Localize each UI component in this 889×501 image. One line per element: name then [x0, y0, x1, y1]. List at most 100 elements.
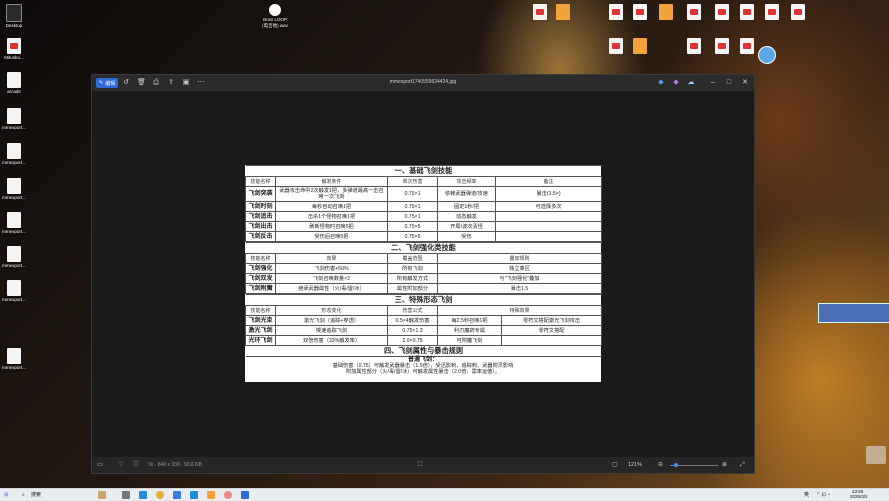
table-header: 覆盖范围	[387, 253, 438, 264]
start-icon[interactable]: ⊞	[4, 491, 8, 499]
image-info: 1k · 849 x 339 · 93.6 KB	[148, 462, 202, 468]
table-cell: 激光飞剑（追踪+穿透）	[275, 315, 388, 326]
desktop-icon-label: Mitusbo...	[4, 55, 24, 60]
table-row: 飞剑光束 激光飞剑（追踪+穿透） 0.5×4触发伤害 每2.5秒召唤1把 零符文…	[245, 315, 603, 326]
zoom-out-icon[interactable]: ⊖	[658, 460, 663, 470]
table-cell: 飞剑出击	[245, 221, 276, 232]
table-header: 技能名称	[245, 305, 276, 316]
table-cell	[494, 211, 603, 222]
desktop-icon[interactable]	[680, 4, 708, 20]
table-row: 飞剑突袭 武器攻击命中2次触发1把，多弹道最高一击召唤一次飞剑 0.75×1 依…	[245, 186, 603, 202]
photo-viewer-window: ✎ 编辑 ↺ 🗑 ⎙ ⇪ ▣ ⋯ mmexport1740559624424.j…	[91, 74, 755, 474]
rule-note: 附加属性部分（火/毒/雷/冰）可触发属性暴击（2.0倍，需率运值）。	[345, 369, 501, 375]
side-widget[interactable]	[818, 303, 889, 323]
app-icon-2[interactable]: ◆	[672, 78, 680, 87]
desktop-icon[interactable]: Desktop	[0, 4, 28, 28]
desktop-icon[interactable]	[758, 4, 786, 20]
table-cell: 可选择多次	[494, 201, 603, 212]
desktop-icon[interactable]	[733, 4, 761, 20]
assistant-bubble-icon[interactable]	[758, 46, 776, 64]
table-header: 备注	[494, 176, 603, 187]
desktop-icon[interactable]: mmexport...	[0, 108, 28, 130]
search-label[interactable]: 搜索	[31, 491, 41, 499]
desktop-icon[interactable]: arcade	[0, 72, 28, 94]
desktop-icon[interactable]: mmexport...	[0, 280, 28, 302]
tray-icons[interactable]: ⌃ ⊡ ◔	[816, 491, 830, 499]
desktop-icon[interactable]	[626, 4, 654, 20]
table-cell: 与"飞剑强化"叠加	[436, 273, 603, 284]
desktop-icon[interactable]	[733, 38, 761, 54]
zoom-level[interactable]: 121%	[628, 460, 642, 470]
table-cell: 飞剑伤害+50%	[275, 263, 388, 274]
table-cell: 飞剑突袭	[245, 186, 276, 202]
desktop-icon-audio[interactable]: Boss LOOP (电吉他).wav	[260, 4, 290, 28]
desktop-icon[interactable]	[708, 4, 736, 20]
desktop-icon[interactable]: mmexport...	[0, 178, 28, 200]
taskbar-app-icon[interactable]	[173, 491, 181, 499]
desktop-icon[interactable]: mmexport...	[0, 212, 28, 234]
taskbar-app-icon[interactable]	[190, 491, 198, 499]
zoom-in-icon[interactable]: ⊕	[722, 460, 727, 470]
table-cell: 击杀1个怪物召唤1把	[275, 211, 388, 222]
table-row: 激光飞剑 慢速追踪飞剑 0.75×1.3 利刃魔药专属 零符文搭配	[245, 325, 603, 336]
frame-icon[interactable]: ▢	[612, 460, 618, 470]
desktop-icon[interactable]	[652, 4, 680, 20]
file-icon	[715, 4, 729, 20]
table-cell: 飞剑强化	[245, 263, 276, 274]
cloud-icon[interactable]: ☁	[687, 78, 695, 87]
input-language[interactable]: 英	[804, 491, 809, 499]
section-title: 三、特殊形态飞剑	[245, 294, 602, 306]
corner-widget[interactable]	[866, 446, 886, 464]
favorite-icon[interactable]: ♡	[118, 460, 123, 470]
fit-icon[interactable]: ⛶	[418, 460, 422, 470]
filmstrip-icon[interactable]: ▭	[97, 460, 103, 470]
section-title: 二、飞剑强化类技能	[245, 242, 602, 254]
table-cell: 武器攻击命中2次触发1把，多弹道最高一击召唤一次飞剑	[275, 186, 388, 202]
desktop-icon[interactable]: mmexport...	[0, 246, 28, 268]
taskbar-app-icon[interactable]	[224, 491, 232, 499]
desktop-icon[interactable]: mmexport...	[0, 348, 28, 370]
app-icon-1[interactable]: ◆	[657, 78, 665, 87]
minimize-button[interactable]: –	[708, 77, 718, 88]
desktop-icon[interactable]	[626, 38, 654, 54]
desktop-icon[interactable]: Mitusbo...	[0, 38, 28, 60]
table-cell: 飞剑反击	[245, 231, 276, 242]
taskbar-app-icon[interactable]	[207, 491, 215, 499]
browser-icon[interactable]	[156, 491, 164, 499]
table-cell: 依赖武器弹道/攻速	[437, 186, 496, 202]
desktop-icon-label: mmexport...	[2, 297, 26, 302]
fullscreen-icon[interactable]: ⤢	[740, 460, 745, 470]
window-title: mmexport1740559624424.jpg	[389, 79, 457, 85]
taskbar-app-icon[interactable]	[139, 491, 147, 499]
info-circle-icon[interactable]: ⓘ	[133, 460, 139, 470]
taskbar-app-icon[interactable]	[241, 491, 249, 499]
table-row: 飞剑双发 飞剑召唤数量×2 所有触发方式 与"飞剑强化"叠加	[245, 273, 603, 284]
zoom-slider[interactable]	[670, 463, 718, 467]
file-icon	[687, 38, 701, 54]
skill-table: 一、基础飞剑技能 技能名称 触发条件 单次伤害 攻击频率 备注 飞剑突袭 武器攻…	[245, 165, 603, 242]
desktop-icon[interactable]	[549, 4, 577, 20]
table-cell: 利刃魔药专属	[437, 325, 502, 336]
table-cell: 每2.5秒召唤1把	[437, 315, 502, 326]
maximize-button[interactable]: □	[724, 77, 734, 88]
taskbar-app-icon[interactable]	[98, 491, 106, 499]
table-cell: 受伤	[437, 231, 496, 242]
table-cell: 开局/波次清怪	[437, 221, 496, 232]
image-file-icon	[7, 108, 21, 124]
document-image: 一、基础飞剑技能 技能名称 触发条件 单次伤害 攻击频率 备注 飞剑突袭 武器攻…	[245, 165, 603, 382]
taskbar: ⊞ ⌕ 搜索 英 ⌃ ⊡ ◔ 23:58 2025/3/2	[0, 488, 889, 501]
desktop-icon[interactable]	[784, 4, 812, 20]
table-row: 飞剑附魔 继承武器属性（火/毒/雷/冰） 属性附加部分 暴击1.5	[245, 283, 603, 294]
table-cell: 刷新怪物时召唤5把	[275, 221, 388, 232]
taskbar-app-icon[interactable]	[122, 491, 130, 499]
desktop-icon[interactable]	[680, 38, 708, 54]
search-icon[interactable]: ⌕	[22, 491, 25, 499]
desktop-icon[interactable]	[708, 38, 736, 54]
image-file-icon	[7, 178, 21, 194]
table-cell	[494, 231, 603, 242]
desktop-icon[interactable]: mmexport...	[0, 143, 28, 165]
image-file-icon	[7, 212, 21, 228]
zoom-slider-thumb[interactable]	[674, 463, 678, 467]
table-cell: 所有触发方式	[387, 273, 438, 284]
close-button[interactable]: ✕	[740, 77, 750, 88]
